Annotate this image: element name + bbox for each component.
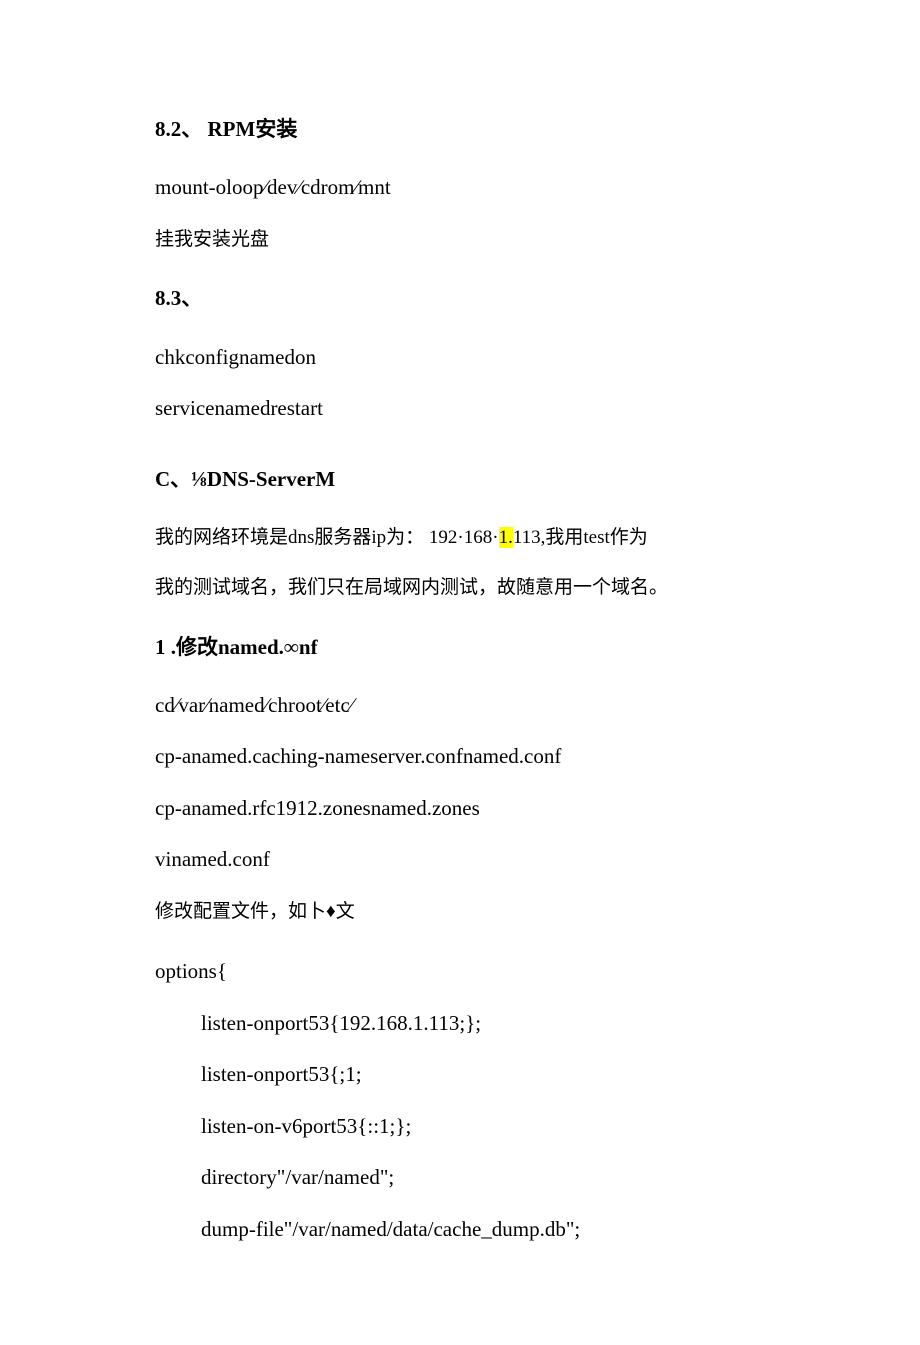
option-listen-v6: listen-on-v6port53{::1;}; xyxy=(155,1111,765,1143)
intro-pre: 我的网络环境是dns服务器ip为： 192·168· xyxy=(155,527,499,548)
option-listen-port: listen-onport53{;1; xyxy=(155,1059,765,1091)
vi-command: vinamed.conf xyxy=(155,844,765,876)
option-dump-file: dump-file"/var/named/data/cache_dump.db"… xyxy=(155,1214,765,1246)
cd-command: cd∕var∕named∕chroot∕etc∕ xyxy=(155,690,765,722)
cp-named-conf-command: cp-anamed.caching-nameserver.confnamed.c… xyxy=(155,741,765,773)
options-open: options{ xyxy=(155,956,765,988)
document-page: 8.2、 RPM安装 mount-oloop∕dev∕cdrom∕mnt 挂我安… xyxy=(0,0,920,1345)
option-listen-ip: listen-onport53{192.168.1.113;}; xyxy=(155,1008,765,1040)
ip-highlight: 1. xyxy=(499,527,513,548)
service-restart-command: servicenamedrestart xyxy=(155,393,765,425)
section-8-3-heading: 8.3、 xyxy=(155,284,765,313)
intro-line-1: 我的网络环境是dns服务器ip为： 192·168·1.113,我用test作为 xyxy=(155,522,765,554)
mount-command: mount-oloop∕dev∕cdrom∕mnt xyxy=(155,172,765,204)
intro-post: 113,我用test作为 xyxy=(513,527,648,548)
section-8-2-heading: 8.2、 RPM安装 xyxy=(155,115,765,144)
section-c-heading: C、⅛DNS-ServerM xyxy=(155,465,765,494)
section-1-heading: 1 .修改named.∞nf xyxy=(155,633,765,662)
option-directory: directory"/var/named"; xyxy=(155,1162,765,1194)
cp-named-zones-command: cp-anamed.rfc1912.zonesnamed.zones xyxy=(155,793,765,825)
mount-note: 挂我安装光盘 xyxy=(155,224,765,256)
intro-line-2: 我的测试域名，我们只在局域网内测试，故随意用一个域名。 xyxy=(155,572,765,604)
chkconfig-command: chkconfignamedon xyxy=(155,342,765,374)
modify-config-note: 修改配置文件，如卜♦文 xyxy=(155,896,765,928)
